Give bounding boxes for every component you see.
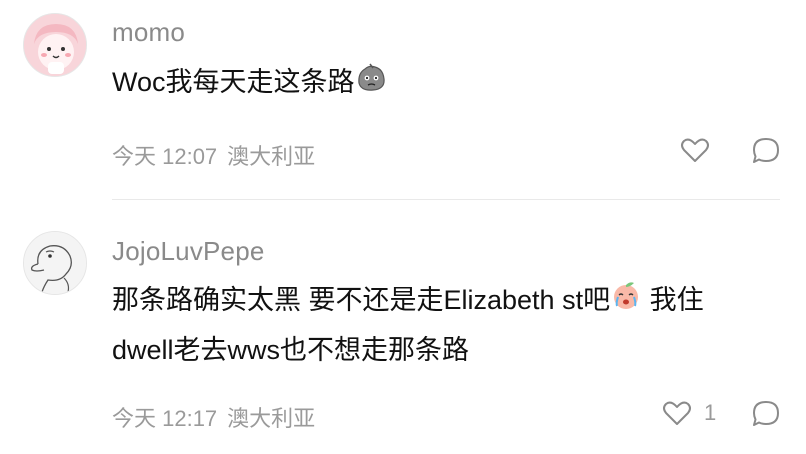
comment-text: Woc我每天走这条路 (112, 58, 762, 108)
like-count: 1 (704, 400, 717, 425)
heart-outline-icon (663, 401, 691, 425)
username[interactable]: JojoLuvPepe (112, 236, 265, 267)
comment-text-body: Woc我每天走这条路 (112, 67, 355, 97)
like-button[interactable] (680, 136, 710, 164)
comment-text-line: 那条路确实太黑 要不还是走Elizabeth st吧 我住 (112, 276, 762, 326)
pink-cartoon-avatar-icon (24, 14, 86, 76)
divider (112, 199, 780, 200)
speech-bubble-icon (753, 138, 779, 163)
comment-text: 那条路确实太黑 要不还是走Elizabeth st吧 我住 dwell老去wws… (112, 276, 762, 374)
like-button[interactable]: 1 (662, 399, 716, 427)
timestamp: 今天 12:17 (112, 406, 218, 431)
heart-outline-icon (681, 138, 709, 162)
crying-peach-emoji-icon (610, 278, 642, 326)
avatar[interactable] (23, 13, 87, 77)
username[interactable]: momo (112, 17, 185, 48)
rock-face-emoji-icon (355, 60, 387, 108)
pepe-sketch-avatar-icon (24, 232, 86, 294)
location: 澳大利亚 (227, 406, 316, 431)
location: 澳大利亚 (227, 144, 316, 169)
speech-bubble-icon (753, 401, 779, 426)
comment-meta: 今天 12:17 澳大利亚 (112, 401, 325, 433)
comment-text-tail: 我住 (642, 285, 704, 315)
avatar[interactable] (23, 231, 87, 295)
comment-text-body: 那条路确实太黑 要不还是走Elizabeth st吧 (112, 285, 611, 315)
comment-meta: 今天 12:07 澳大利亚 (112, 139, 325, 171)
reply-button[interactable] (751, 399, 781, 429)
timestamp: 今天 12:07 (112, 144, 218, 169)
comment-text-line: dwell老去wws也不想走那条路 (112, 334, 470, 365)
reply-button[interactable] (751, 136, 781, 166)
